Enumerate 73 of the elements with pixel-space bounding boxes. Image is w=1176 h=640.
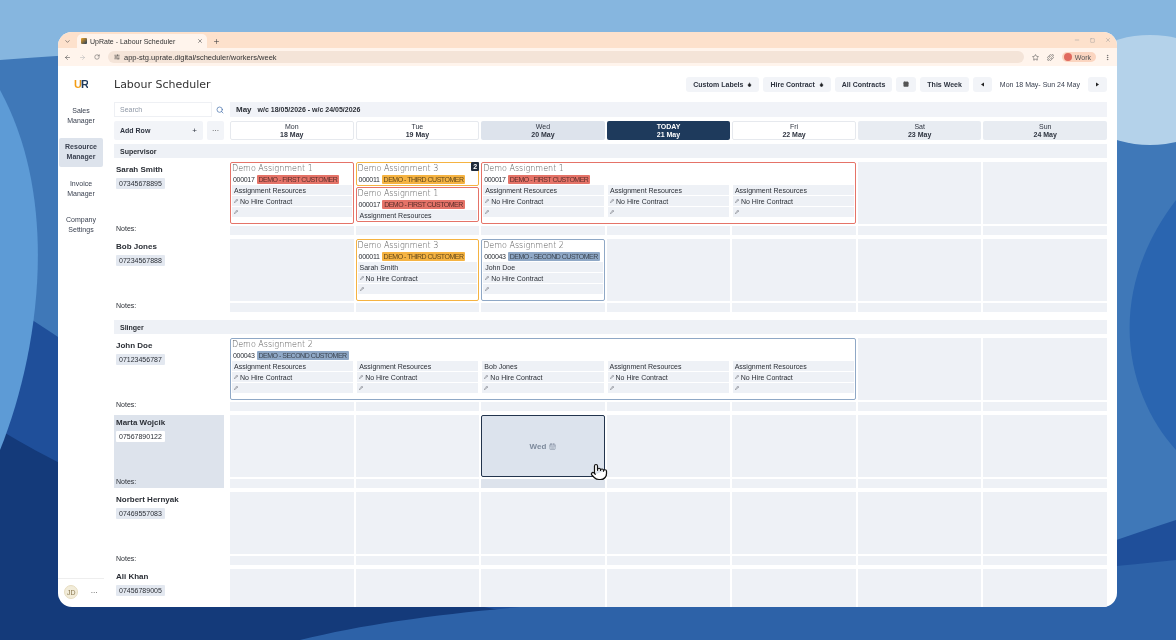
pencil-icon xyxy=(359,386,364,390)
worker-name: Ali Khan xyxy=(116,572,149,581)
close-icon[interactable] xyxy=(1105,37,1111,43)
previous-button[interactable] xyxy=(972,76,992,92)
pencil-icon xyxy=(609,375,614,379)
day-cell[interactable] xyxy=(355,415,480,477)
pencil-icon xyxy=(234,210,238,214)
search-icon[interactable] xyxy=(216,105,224,114)
site-settings-icon[interactable] xyxy=(114,54,120,60)
page-title: Labour Scheduler xyxy=(114,77,211,91)
assignment-title: Demo Assignment 2 xyxy=(483,241,564,251)
pencil-icon xyxy=(485,199,490,203)
assignment-title: Demo Assignment 3 xyxy=(357,164,439,174)
extensions-icon[interactable] xyxy=(1046,53,1054,61)
assignment-title: Demo Assignment 1 xyxy=(357,189,439,199)
app-logo: UR xyxy=(74,78,88,90)
pencil-icon xyxy=(484,375,489,379)
pencil-icon xyxy=(234,386,238,390)
drop-icon xyxy=(747,81,753,87)
worker-name: Sarah Smith xyxy=(116,165,163,174)
pencil-icon xyxy=(609,386,614,390)
forward-icon[interactable] xyxy=(79,53,86,61)
assignment-title: Demo Assignment 1 xyxy=(483,164,564,174)
tab-list-icon[interactable] xyxy=(64,37,71,45)
pencil-icon xyxy=(734,210,739,214)
worker-name: Bob Jones xyxy=(116,242,157,251)
month-label: May xyxy=(236,105,252,114)
assignment-card[interactable] xyxy=(230,338,856,400)
calendar-icon xyxy=(903,81,910,87)
right-triangle-icon xyxy=(1095,81,1100,87)
pencil-icon xyxy=(734,386,739,390)
notes-strip[interactable] xyxy=(355,479,480,488)
pencil-icon xyxy=(734,375,739,379)
pencil-icon xyxy=(610,199,615,203)
day-cell[interactable] xyxy=(857,338,982,400)
pencil-icon xyxy=(485,276,490,280)
favicon-icon xyxy=(81,38,87,44)
minimize-icon[interactable] xyxy=(1074,37,1080,43)
assignment-title: Demo Assignment 2 xyxy=(232,340,313,350)
pencil-icon xyxy=(359,276,364,280)
pencil-icon xyxy=(359,375,364,379)
pencil-icon xyxy=(610,210,615,214)
notes-strip[interactable] xyxy=(481,479,605,488)
pencil-icon xyxy=(734,199,739,203)
profile-avatar-icon xyxy=(1063,53,1072,61)
day-cell[interactable] xyxy=(606,415,731,477)
back-icon[interactable] xyxy=(64,53,71,61)
day-cell[interactable] xyxy=(857,162,982,224)
assignment-title: Demo Assignment 3 xyxy=(357,241,439,251)
worker-name: Norbert Hernyak xyxy=(116,495,179,504)
pencil-icon xyxy=(484,386,489,390)
worker-name: John Doe xyxy=(116,341,153,350)
maximize-icon[interactable] xyxy=(1090,37,1095,43)
next-button[interactable] xyxy=(1088,76,1107,92)
calendar-button[interactable] xyxy=(896,76,917,92)
new-tab-icon[interactable] xyxy=(213,37,220,45)
reload-icon[interactable] xyxy=(94,54,100,60)
day-cell[interactable] xyxy=(606,239,731,301)
pencil-icon xyxy=(485,210,490,214)
pencil-icon xyxy=(359,287,364,291)
drop-icon xyxy=(818,81,824,87)
calendar-icon xyxy=(549,442,557,450)
close-icon[interactable] xyxy=(197,38,203,44)
pencil-icon xyxy=(234,375,238,379)
drop-label: Wed xyxy=(529,441,547,451)
notes-strip[interactable] xyxy=(606,479,731,488)
left-triangle-icon xyxy=(979,81,985,87)
pencil-icon xyxy=(485,287,490,291)
pencil-icon xyxy=(234,199,238,203)
worker-name: Marta Wojcik xyxy=(116,418,166,427)
hand-cursor-icon xyxy=(589,463,608,481)
bookmark-star-icon[interactable] xyxy=(1031,53,1039,61)
assignment-title: Demo Assignment 1 xyxy=(232,164,313,174)
